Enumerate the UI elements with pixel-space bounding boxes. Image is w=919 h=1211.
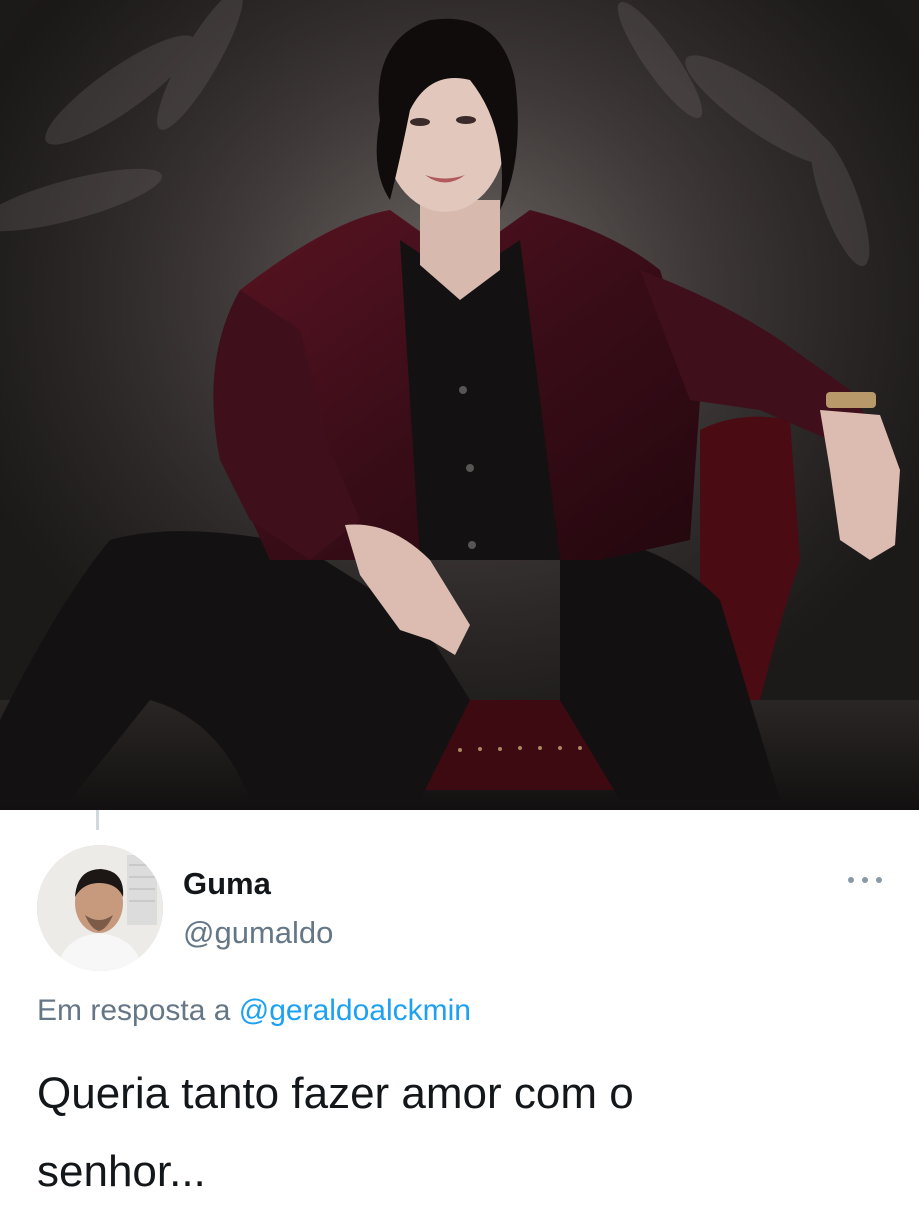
- more-dot: [862, 877, 868, 883]
- tweet-text: Queria tanto fazer amor com o senhor...: [37, 1055, 857, 1211]
- thread-connector-line: [96, 810, 99, 830]
- tweet-text-line: senhor...: [37, 1147, 206, 1196]
- reply-mention-link[interactable]: @geraldoalckmin: [239, 994, 471, 1027]
- display-name[interactable]: Guma: [183, 866, 271, 902]
- more-dot: [876, 877, 882, 883]
- tweet-media-photo[interactable]: [0, 0, 919, 810]
- reply-prefix: Em resposta a: [37, 994, 231, 1027]
- more-horizontal-icon[interactable]: [848, 870, 882, 890]
- user-avatar[interactable]: [37, 845, 163, 971]
- more-dot: [848, 877, 854, 883]
- avatar-portrait: [37, 845, 163, 971]
- reply-context: Em resposta a @geraldoalckmin: [37, 993, 471, 1029]
- user-handle[interactable]: @gumaldo: [183, 914, 333, 952]
- photo-illustration: [0, 0, 919, 810]
- tweet-text-line: Queria tanto fazer amor com o: [37, 1069, 634, 1118]
